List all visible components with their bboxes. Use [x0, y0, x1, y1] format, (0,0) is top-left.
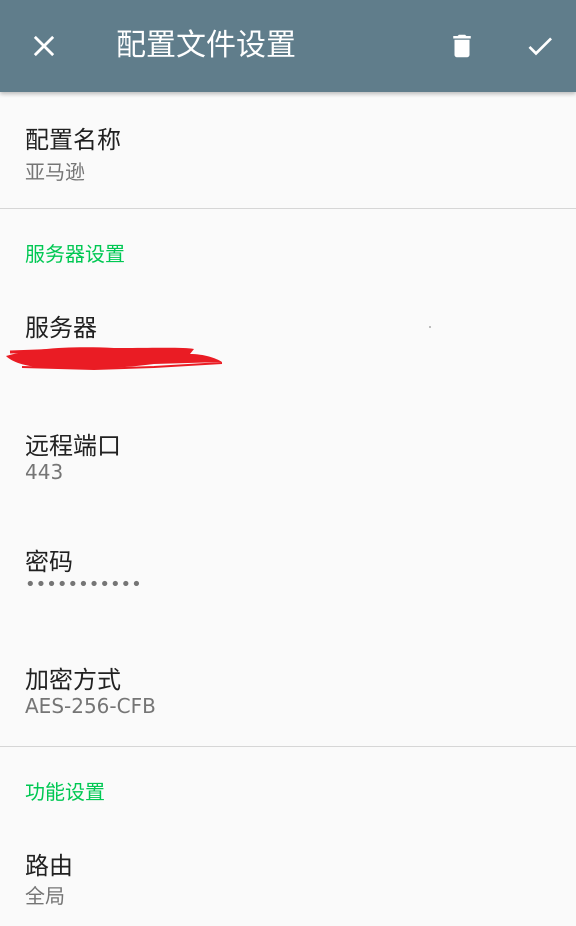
- remote-port-title: 远程端口: [25, 432, 121, 460]
- close-button[interactable]: [14, 16, 74, 76]
- remote-port-pref[interactable]: 远程端口 443: [0, 400, 576, 516]
- server-settings-header: 服务器设置: [25, 242, 125, 266]
- delete-button[interactable]: [432, 16, 492, 76]
- password-value: •••••••••••: [25, 574, 142, 595]
- feature-settings-header: 功能设置: [25, 780, 105, 804]
- redaction-mark: [6, 347, 223, 371]
- close-icon: [30, 32, 58, 60]
- profile-name-title: 配置名称: [25, 126, 121, 154]
- profile-name-value: 亚马逊: [25, 160, 85, 184]
- server-title: 服务器: [25, 314, 97, 342]
- encryption-title: 加密方式: [25, 666, 121, 694]
- trash-icon: [447, 31, 477, 61]
- route-title: 路由: [25, 852, 73, 880]
- password-title: 密码: [25, 548, 73, 576]
- page-title: 配置文件设置: [116, 28, 296, 63]
- app-toolbar: 配置文件设置: [0, 0, 576, 92]
- encryption-value: AES-256-CFB: [25, 694, 156, 718]
- password-pref[interactable]: 密码 •••••••••••: [0, 516, 576, 634]
- profile-name-pref[interactable]: 配置名称 亚马逊: [0, 92, 576, 208]
- route-pref[interactable]: 路由 全局: [0, 822, 576, 926]
- stray-dot: [429, 326, 431, 328]
- section-divider: [0, 208, 576, 209]
- encryption-pref[interactable]: 加密方式 AES-256-CFB: [0, 634, 576, 746]
- check-icon: [524, 30, 556, 62]
- route-value: 全局: [25, 884, 65, 908]
- save-button[interactable]: [510, 16, 570, 76]
- remote-port-value: 443: [25, 460, 64, 484]
- section-divider: [0, 746, 576, 747]
